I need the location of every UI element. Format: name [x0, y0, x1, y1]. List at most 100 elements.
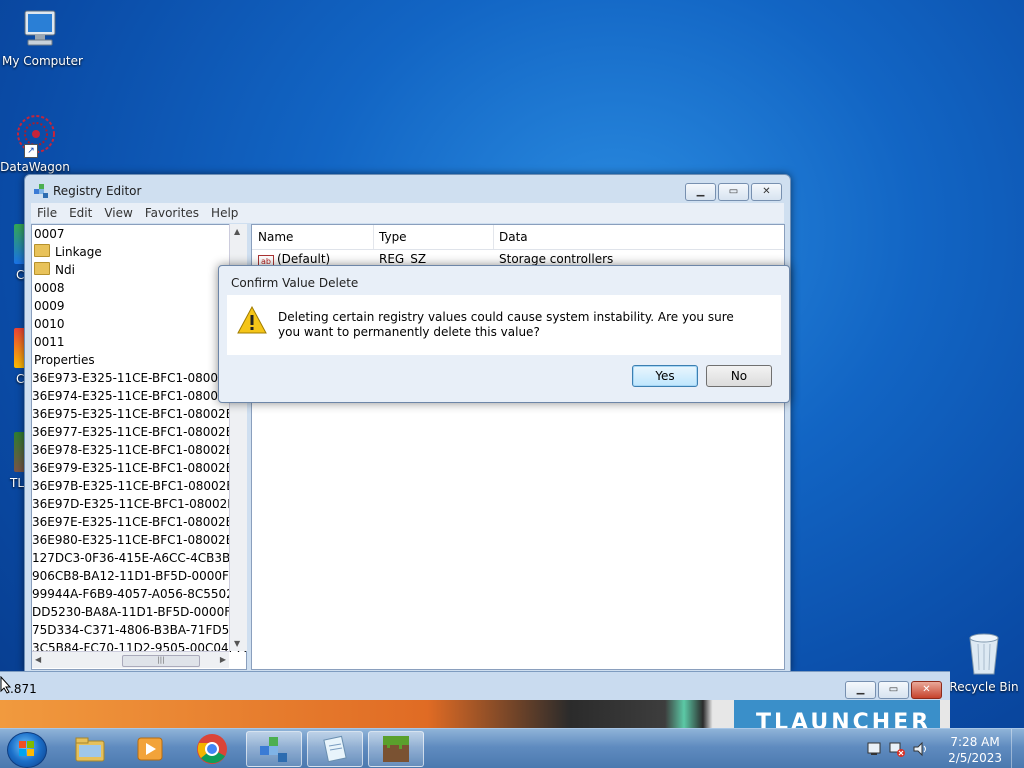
- tree-item[interactable]: 36E97B-E325-11CE-BFC1-08002BE103: [32, 477, 246, 495]
- clock[interactable]: 7:28 AM 2/5/2023: [948, 734, 1002, 766]
- menu-edit[interactable]: Edit: [63, 206, 98, 220]
- notepad-icon: [323, 735, 347, 763]
- desktop-icon-datawagon[interactable]: ↗ DataWagon: [0, 112, 70, 174]
- taskbar: 7:28 AM 2/5/2023: [0, 728, 1024, 768]
- window-title: Registry Editor: [53, 184, 142, 198]
- tree-item-label: 36E977-E325-11CE-BFC1-08002BE103: [32, 425, 247, 439]
- taskbar-chrome[interactable]: [184, 731, 240, 767]
- start-button[interactable]: [7, 732, 47, 768]
- launcher-content: TLAUNCHER: [0, 700, 950, 730]
- launcher-banner: TLAUNCHER: [734, 700, 940, 730]
- tree-item[interactable]: 906CB8-BA12-11D1-BF5D-0000F805F5: [32, 567, 246, 585]
- tree-item-label: 0009: [34, 299, 65, 313]
- desktop-icon-label: Recycle Bin: [949, 680, 1019, 694]
- scroll-up-icon[interactable]: ▲: [234, 227, 240, 236]
- clock-date: 2/5/2023: [948, 751, 1002, 765]
- tree-item-label: 36E97B-E325-11CE-BFC1-08002BE103: [32, 479, 247, 493]
- registry-tree[interactable]: 0007 Linkage Ndi 0008 0009 0010 0011 Properties…: [31, 224, 247, 670]
- tree-item[interactable]: 36E975-E325-11CE-BFC1-08002BE103: [32, 405, 246, 423]
- close-button[interactable]: ✕: [911, 681, 942, 699]
- column-name[interactable]: Name: [252, 225, 374, 249]
- taskbar-media-player[interactable]: [122, 731, 178, 767]
- scroll-right-icon[interactable]: ▶: [220, 655, 226, 664]
- menu-bar: File Edit View Favorites Help: [31, 203, 784, 223]
- tree-item[interactable]: 127DC3-0F36-415E-A6CC-4CB3BE910: [32, 549, 246, 567]
- menu-favorites[interactable]: Favorites: [139, 206, 205, 220]
- tree-item-label: 36E978-E325-11CE-BFC1-08002BE103: [32, 443, 247, 457]
- computer-icon: [24, 10, 56, 46]
- tree-item[interactable]: Properties: [32, 351, 246, 369]
- windows-logo-icon: [19, 741, 34, 756]
- desktop-icon-label: My Computer: [2, 54, 83, 68]
- maximize-button[interactable]: ▭: [718, 183, 749, 201]
- tree-item[interactable]: 36E97D-E325-11CE-BFC1-08002BE103: [32, 495, 246, 513]
- tree-item-label: DD5230-BA8A-11D1-BF5D-0000F805F: [32, 605, 247, 619]
- tree-item[interactable]: 75D334-C371-4806-B3BA-71FD53C925: [32, 621, 246, 639]
- scroll-down-icon[interactable]: ▼: [234, 639, 240, 648]
- tree-item[interactable]: 36E974-E325-11CE-BFC1-08002BE10: [32, 387, 246, 405]
- tree-item-label: 0007: [34, 227, 65, 241]
- scroll-thumb[interactable]: |||: [122, 655, 200, 667]
- yes-button[interactable]: Yes: [632, 365, 698, 387]
- tree-item-label: 36E975-E325-11CE-BFC1-08002BE103: [32, 407, 247, 421]
- chrome-icon: [197, 734, 227, 764]
- tree-item[interactable]: 36E980-E325-11CE-BFC1-08002BE103: [32, 531, 246, 549]
- tree-item[interactable]: Linkage: [32, 243, 246, 261]
- scroll-left-icon[interactable]: ◀: [35, 655, 41, 664]
- registry-editor-icon: [260, 737, 287, 762]
- registry-editor-window[interactable]: Registry Editor ▁ ▭ ✕ File Edit View Fav…: [24, 174, 791, 672]
- tree-item-label: 36E979-E325-11CE-BFC1-08002BE103: [32, 461, 247, 475]
- partial-desktop-label: TL: [10, 476, 25, 490]
- grass-block-icon: [383, 736, 409, 762]
- tree-item[interactable]: 36E977-E325-11CE-BFC1-08002BE103: [32, 423, 246, 441]
- column-type[interactable]: Type: [373, 225, 494, 249]
- minimize-button[interactable]: ▁: [685, 183, 716, 201]
- tree-item-label: 0008: [34, 281, 65, 295]
- recycle-bin-icon: [969, 633, 999, 675]
- no-button[interactable]: No: [706, 365, 772, 387]
- desktop-icon-recycle-bin[interactable]: Recycle Bin: [944, 630, 1024, 694]
- maximize-button[interactable]: ▭: [878, 681, 909, 699]
- tree-item[interactable]: DD5230-BA8A-11D1-BF5D-0000F805F: [32, 603, 246, 621]
- column-data[interactable]: Data: [493, 225, 779, 249]
- tree-item[interactable]: 0009: [32, 297, 246, 315]
- list-header: Name Type Data: [252, 225, 784, 250]
- tree-item-label: 36E980-E325-11CE-BFC1-08002BE103: [32, 533, 247, 547]
- tree-item[interactable]: 0010: [32, 315, 246, 333]
- launcher-window[interactable]: .871 ▁ ▭ ✕ TLAUNCHER: [0, 671, 950, 730]
- action-center-icon[interactable]: [866, 741, 882, 757]
- tree-item[interactable]: 36E973-E325-11CE-BFC1-08002BE10: [32, 369, 246, 387]
- network-error-icon[interactable]: [888, 741, 906, 757]
- tree-item[interactable]: 36E978-E325-11CE-BFC1-08002BE103: [32, 441, 246, 459]
- tree-item[interactable]: 0011: [32, 333, 246, 351]
- menu-file[interactable]: File: [31, 206, 63, 220]
- clock-time: 7:28 AM: [950, 735, 1000, 749]
- tree-item-label: Properties: [34, 353, 95, 367]
- tree-item-label: 75D334-C371-4806-B3BA-71FD53C925: [32, 623, 247, 637]
- title-bar[interactable]: Registry Editor ▁ ▭ ✕: [25, 175, 790, 203]
- tree-item[interactable]: 0007: [32, 225, 246, 243]
- tree-item-label: Ndi: [55, 263, 75, 277]
- tree-item-label: 99944A-F6B9-4057-A056-8C55022854: [32, 587, 247, 601]
- folder-icon: [34, 244, 50, 257]
- menu-view[interactable]: View: [98, 206, 138, 220]
- desktop-icon-label: DataWagon: [0, 160, 70, 174]
- volume-icon[interactable]: [912, 741, 930, 757]
- desktop-icon-my-computer[interactable]: My Computer: [2, 8, 83, 68]
- tree-item[interactable]: 0008: [32, 279, 246, 297]
- taskbar-minecraft-launcher[interactable]: [368, 731, 424, 767]
- confirm-value-delete-dialog[interactable]: Confirm Value Delete Deleting certain re…: [218, 265, 790, 403]
- tree-item[interactable]: 36E97E-E325-11CE-BFC1-08002BE103: [32, 513, 246, 531]
- taskbar-registry-editor[interactable]: [246, 731, 302, 767]
- tree-item[interactable]: 99944A-F6B9-4057-A056-8C55022854: [32, 585, 246, 603]
- dialog-body: Deleting certain registry values could c…: [227, 295, 781, 355]
- close-button[interactable]: ✕: [751, 183, 782, 201]
- menu-help[interactable]: Help: [205, 206, 244, 220]
- minimize-button[interactable]: ▁: [845, 681, 876, 699]
- tree-item[interactable]: Ndi: [32, 261, 246, 279]
- tree-horizontal-scrollbar[interactable]: ◀ ||| ▶: [32, 651, 229, 668]
- taskbar-notepad[interactable]: [307, 731, 363, 767]
- tree-item[interactable]: 36E979-E325-11CE-BFC1-08002BE103: [32, 459, 246, 477]
- show-desktop-button[interactable]: [1011, 729, 1024, 768]
- taskbar-explorer[interactable]: [62, 731, 118, 767]
